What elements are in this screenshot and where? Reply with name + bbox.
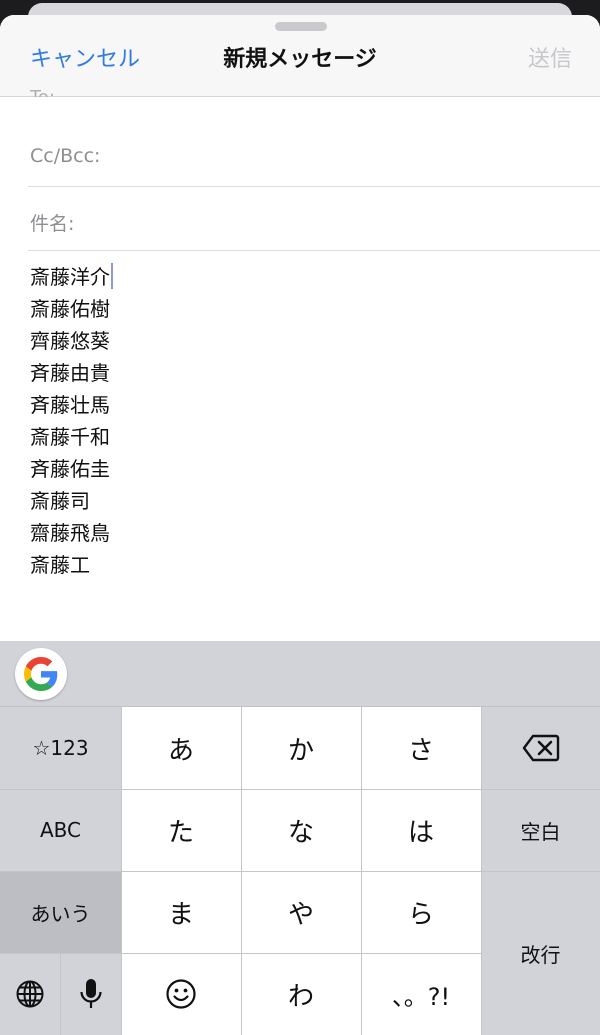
key-sa[interactable]: さ	[361, 707, 481, 789]
body-line: 斎藤洋介	[30, 261, 570, 293]
microphone-key[interactable]	[60, 953, 121, 1035]
sheet-grabber[interactable]	[275, 22, 327, 31]
subject-label: 件名:	[30, 213, 75, 235]
body-line: 斎藤千和	[30, 425, 110, 449]
key-wa[interactable]: わ	[241, 953, 361, 1035]
nav-bar: キャンセル 新規メッセージ 送信	[0, 15, 600, 97]
google-g-icon[interactable]	[15, 648, 67, 700]
key-ha[interactable]: は	[361, 789, 481, 871]
symbols-key[interactable]: ☆123	[0, 707, 121, 789]
screen: キャンセル 新規メッセージ 送信 To: Cc/Bcc: 件名: 斎藤洋介 斎藤…	[0, 0, 600, 1035]
to-field-partial: To:	[30, 87, 55, 97]
subject-row[interactable]: 件名:	[28, 187, 600, 251]
key-ka[interactable]: か	[241, 707, 361, 789]
key-ya[interactable]: や	[241, 871, 361, 953]
smiley-icon	[166, 979, 196, 1009]
key-divider	[0, 871, 600, 872]
kana-key[interactable]: あいう	[0, 871, 121, 953]
key-divider	[0, 953, 481, 954]
cc-bcc-input[interactable]	[128, 137, 590, 173]
abc-key[interactable]: ABC	[0, 789, 121, 871]
punctuation-key[interactable]: 、。?!	[361, 953, 481, 1035]
body-line: 斉藤由貴	[30, 361, 110, 385]
globe-key[interactable]	[0, 953, 60, 1035]
body-line: 斎藤工	[30, 553, 90, 577]
enter-key[interactable]: 改行	[481, 871, 600, 1035]
message-body[interactable]: 斎藤洋介 斎藤佑樹 齊藤悠葵 斉藤由貴 斉藤壮馬 斎藤千和 斉藤佑圭 斎藤司 齋…	[30, 261, 570, 581]
key-a[interactable]: あ	[121, 707, 241, 789]
backspace-icon	[522, 734, 559, 762]
subject-input[interactable]	[128, 201, 590, 237]
key-divider	[0, 789, 600, 790]
text-caret	[111, 263, 113, 289]
body-line: 斉藤佑圭	[30, 457, 110, 481]
cc-bcc-label: Cc/Bcc:	[30, 145, 101, 167]
body-line: 齊藤悠葵	[30, 329, 110, 353]
body-line: 斎藤司	[30, 489, 90, 513]
microphone-icon	[79, 979, 102, 1008]
key-divider	[60, 953, 61, 1035]
key-ra[interactable]: ら	[361, 871, 481, 953]
key-na[interactable]: な	[241, 789, 361, 871]
send-button[interactable]: 送信	[528, 41, 572, 73]
key-ma[interactable]: ま	[121, 871, 241, 953]
cc-bcc-row[interactable]: Cc/Bcc:	[28, 123, 600, 187]
body-line: 齋藤飛鳥	[30, 521, 110, 545]
keyboard-toolbar	[0, 641, 600, 707]
page-title: 新規メッセージ	[223, 47, 377, 72]
key-ta[interactable]: た	[121, 789, 241, 871]
emoji-key[interactable]	[121, 953, 241, 1035]
delete-key[interactable]	[481, 707, 600, 789]
body-line: 斉藤壮馬	[30, 393, 110, 417]
body-line: 斎藤佑樹	[30, 297, 110, 321]
space-key[interactable]: 空白	[481, 789, 600, 871]
globe-icon	[16, 980, 44, 1008]
keyboard: ☆123 あ か さ ABC た な は 空白 あいう ま や ら 改行 わ 、…	[0, 641, 600, 1035]
